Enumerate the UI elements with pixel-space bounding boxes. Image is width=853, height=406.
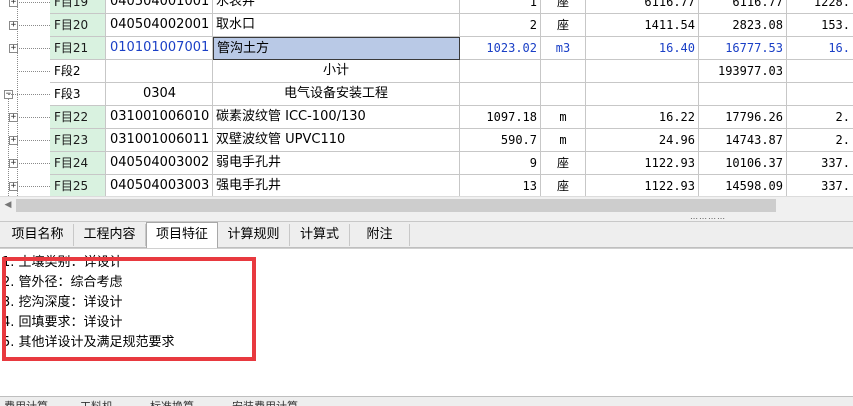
cell-total[interactable]: 2823.08 [699,14,787,37]
cell-qty[interactable]: 2 [460,14,541,37]
detail-tabs: 项目名称 工程内容 项目特征 计算规则 计算式 附注 [0,222,853,248]
cell-extra[interactable] [787,60,853,83]
cell-code[interactable]: 040504002001 [106,14,213,37]
cell-unit[interactable]: 座 [541,14,586,37]
cell-qty[interactable] [460,60,541,83]
cell-id[interactable]: F目23 [50,129,106,152]
cell-name[interactable]: 强电手孔井 [213,175,460,196]
cell-id[interactable]: F目19 [50,0,106,14]
cell-price[interactable]: 16.22 [586,106,699,129]
cell-total[interactable]: 17796.26 [699,106,787,129]
cell-price[interactable]: 1122.93 [586,175,699,196]
cell-unit[interactable]: 座 [541,152,586,175]
table-row[interactable]: F目24 040504003002 弱电手孔井 9 座 1122.93 10106.37 33… [0,152,853,175]
cell-extra[interactable]: 2. [787,129,853,152]
cell-name[interactable]: 水表井 [213,0,460,14]
cell-name[interactable]: 弱电手孔井 [213,152,460,175]
cell-extra[interactable]: 337. [787,152,853,175]
cell-code[interactable]: 031001006011 [106,129,213,152]
cell-price[interactable] [586,60,699,83]
tab-item-features[interactable]: 项目特征 [146,222,218,248]
tab-formula[interactable]: 计算式 [290,224,350,246]
cell-code[interactable]: 0304 [106,83,213,106]
cell-total[interactable]: 16777.53 [699,37,787,60]
cell-id[interactable]: F目22 [50,106,106,129]
cell-unit[interactable] [541,83,586,106]
cell-unit[interactable]: m3 [541,37,586,60]
cell-price[interactable]: 6116.77 [586,0,699,14]
cell-qty[interactable] [460,83,541,106]
table-row[interactable]: F目22 031001006010 碳素波纹管 ICC-100/130 1097.18… [0,106,853,129]
cell-total[interactable]: 6116.77 [699,0,787,14]
cell-price[interactable]: 24.96 [586,129,699,152]
cell-unit[interactable]: m [541,106,586,129]
cell-unit[interactable] [541,60,586,83]
table-row[interactable]: F目25 040504003003 强电手孔井 13 座 1122.93 14598.09 3… [0,175,853,196]
cell-code[interactable]: 040504003002 [106,152,213,175]
cell-qty[interactable]: 1023.02 [460,37,541,60]
annotation-highlight-box [2,257,256,361]
cell-id[interactable]: F段3 [50,83,106,106]
cell-price[interactable]: 16.40 [586,37,699,60]
cell-id[interactable]: F段2 [50,60,106,83]
cell-name[interactable]: 双壁波纹管 UPVC110 [213,129,460,152]
cell-extra[interactable]: 153. [787,14,853,37]
table-row[interactable]: F目23 031001006011 双壁波纹管 UPVC110 590.7 m 24.96… [0,129,853,152]
cell-extra[interactable]: 337. [787,175,853,196]
cell-code[interactable]: 040504003003 [106,175,213,196]
cell-unit[interactable]: 座 [541,0,586,14]
bill-items-grid[interactable]: + + + − + + + + F目19 040504001001 水表井 1 座 6116.77 611… [0,0,853,196]
horizontal-scrollbar[interactable]: ◀ [0,196,853,214]
cell-code[interactable]: 010101007001 [106,37,213,60]
cell-unit[interactable]: m [541,129,586,152]
scroll-left-icon[interactable]: ◀ [1,199,15,212]
cell-id[interactable]: F目24 [50,152,106,175]
cell-total[interactable]: 10106.37 [699,152,787,175]
cell-price[interactable] [586,83,699,106]
table-row[interactable]: F段3 0304 电气设备安装工程 [0,83,853,106]
cell-name[interactable]: 碳素波纹管 ICC-100/130 [213,106,460,129]
tab-work-content[interactable]: 工程内容 [74,224,146,246]
cell-extra[interactable] [787,83,853,106]
cell-total[interactable]: 14598.09 [699,175,787,196]
cell-id[interactable]: F目25 [50,175,106,196]
cell-id[interactable]: F目20 [50,14,106,37]
table-row[interactable]: F目19 040504001001 水表井 1 座 6116.77 6116.77 1228. [0,0,853,14]
cell-total[interactable] [699,83,787,106]
cell-name[interactable]: 电气设备安装工程 [213,83,460,106]
cell-name[interactable]: 小计 [213,60,460,83]
cell-extra[interactable]: 1228. [787,0,853,14]
scrollbar-thumb[interactable] [16,199,776,212]
cell-qty[interactable]: 1 [460,0,541,14]
table-row[interactable]: F目21 010101007001 管沟土方 1023.02 m3 16.40 16777.… [0,37,853,60]
tab-calc-rules[interactable]: 计算规则 [218,224,290,246]
cell-extra[interactable]: 16. [787,37,853,60]
cell-qty[interactable]: 9 [460,152,541,175]
table-row[interactable]: F段2 小计 193977.03 [0,60,853,83]
cell-qty[interactable]: 590.7 [460,129,541,152]
cell-extra[interactable]: 2. [787,106,853,129]
cell-id[interactable]: F目21 [50,37,106,60]
cell-code[interactable]: 031001006010 [106,106,213,129]
cell-unit[interactable]: 座 [541,175,586,196]
features-text-area[interactable]: 1. 土壤类别：详设计 2. 管外径：综合考虑 3. 挖沟深度：详设计 4. 回… [0,248,853,396]
cell-price[interactable]: 1411.54 [586,14,699,37]
cell-code[interactable]: 040504001001 [106,0,213,14]
tab-notes[interactable]: 附注 [350,224,410,246]
cell-name[interactable]: 管沟土方 [213,37,460,60]
tab-item-name[interactable]: 项目名称 [2,224,74,246]
panel-splitter[interactable]: ⋯⋯⋯⋯ [0,213,853,223]
cell-qty[interactable]: 13 [460,175,541,196]
cell-name[interactable]: 取水口 [213,14,460,37]
cell-qty[interactable]: 1097.18 [460,106,541,129]
cell-total[interactable]: 193977.03 [699,60,787,83]
cell-code[interactable] [106,60,213,83]
cell-total[interactable]: 14743.87 [699,129,787,152]
table-row[interactable]: F目20 040504002001 取水口 2 座 1411.54 2823.08 153. [0,14,853,37]
cell-price[interactable]: 1122.93 [586,152,699,175]
